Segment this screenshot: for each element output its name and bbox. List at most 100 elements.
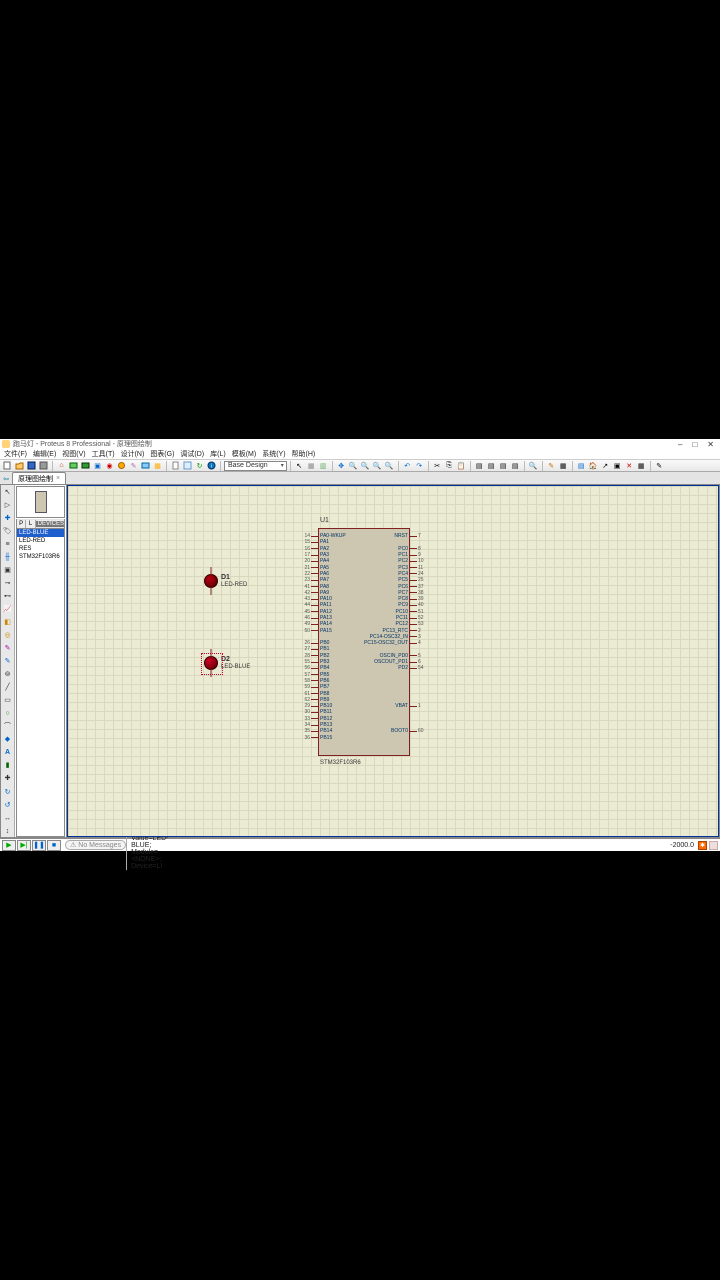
text-script-tool[interactable]: ≡ [2,538,14,550]
device-item-res[interactable]: RES [17,545,64,553]
schematic-canvas[interactable]: D1 LED-RED D2 LED-BLUE U1 14PA0-WKUP15PA… [67,485,719,837]
pick-l-button[interactable]: L [26,520,35,528]
rotate-ccw-button[interactable]: ↺ [2,799,14,811]
cut-button[interactable]: ✂ [432,460,443,471]
block-rotate-button[interactable]: ▤ [498,460,509,471]
block-copy-button[interactable]: ▤ [474,460,485,471]
flip-h-button[interactable]: ↔ [2,812,14,824]
netlist-button[interactable]: 🏠 [588,460,599,471]
rotate-cw-button[interactable]: ↻ [2,786,14,798]
component-d1[interactable]: D1 LED-RED [204,574,247,588]
wrench-button[interactable]: ✎ [654,460,665,471]
menu-edit[interactable]: 编辑(E) [33,449,56,459]
subcircuit-tool[interactable]: ▣ [2,564,14,576]
zoom-out-button[interactable]: 🔍 [360,460,371,471]
layers-button[interactable]: ▥ [318,460,329,471]
sim-play-button[interactable]: ▶ [2,840,16,851]
marker-2d-tool[interactable]: ✚ [2,772,14,784]
status-notif-button[interactable]: ✱ [698,841,707,850]
sim-step-button[interactable]: ▶| [17,840,31,851]
block-move-button[interactable]: ▤ [486,460,497,471]
wire-label-tool[interactable]: 🏷 [2,525,14,537]
menu-system[interactable]: 系统(Y) [262,449,285,459]
info-button[interactable]: i [206,460,217,471]
menu-tools[interactable]: 工具(T) [92,449,115,459]
circle-2d-tool[interactable]: ○ [2,707,14,719]
messages-indicator[interactable]: ⚠ No Messages [65,840,126,850]
menu-graph[interactable]: 图表(G) [150,449,174,459]
undo-button[interactable]: ↶ [402,460,413,471]
device-item-stm32[interactable]: STM32F103R6 [17,553,64,561]
zoom-fit-button[interactable]: 🔍 [372,460,383,471]
device-item-led-blue[interactable]: LED-BLUE [17,529,64,537]
sim-pause-button[interactable]: ❚❚ [32,840,46,851]
tab-prev-button[interactable]: ⇦ [1,474,11,484]
tab-close-button[interactable]: × [56,475,60,482]
instrument-tool[interactable]: ⊚ [2,668,14,680]
component-u1[interactable]: U1 14PA0-WKUP15PA116PA217PA320PA421PA522… [318,528,410,756]
close-project-button[interactable] [38,460,49,471]
block-delete-button[interactable]: ▤ [510,460,521,471]
pick-button[interactable]: 🔍 [528,460,539,471]
flip-v-button[interactable]: ↕ [2,825,14,837]
export-button[interactable]: ✕ [624,460,635,471]
arena-button[interactable] [140,460,151,471]
component-d2[interactable]: D2 LED-BLUE [204,656,250,670]
bom-button[interactable] [116,460,127,471]
symbol-2d-tool[interactable]: ▮ [2,759,14,771]
path-2d-tool[interactable]: ◆ [2,733,14,745]
line-2d-tool[interactable]: ╱ [2,681,14,693]
graph-tool[interactable]: 📈 [2,603,14,615]
copy-button[interactable]: ⎘ [444,460,455,471]
tape-tool[interactable]: ◧ [2,616,14,628]
bus-tool[interactable]: ╫ [2,551,14,563]
zoom-area-button[interactable]: 🔍 [384,460,395,471]
compile-button[interactable]: ▤ [576,460,587,471]
schematic-button[interactable] [68,460,79,471]
new-sheet-button[interactable] [170,460,181,471]
list-button[interactable] [182,460,193,471]
redo-button[interactable]: ↷ [414,460,425,471]
menu-library[interactable]: 库(L) [210,449,226,459]
device-item-led-red[interactable]: LED-RED [17,537,64,545]
status-settings-button[interactable] [709,841,718,850]
menu-help[interactable]: 帮助(H) [292,449,316,459]
generator-tool[interactable]: ◎ [2,629,14,641]
probe-i-tool[interactable]: ✎ [2,655,14,667]
maximize-button[interactable]: □ [692,440,697,449]
pick-p-button[interactable]: P [17,520,26,528]
menu-design[interactable]: 设计(N) [121,449,145,459]
menu-debug[interactable]: 调试(D) [180,449,204,459]
paste-button[interactable]: 📋 [456,460,467,471]
menu-file[interactable]: 文件(F) [4,449,27,459]
component-tool[interactable]: ▷ [2,499,14,511]
home-button[interactable]: ⌂ [56,460,67,471]
refresh-button[interactable]: ↻ [194,460,205,471]
bom-export-button[interactable]: ▦ [636,460,647,471]
grid-button[interactable]: ▦ [306,460,317,471]
selection-tool[interactable]: ↖ [2,486,14,498]
zoom-in-button[interactable]: 🔍 [348,460,359,471]
schematic-tab[interactable]: 原理图绘制 × [12,472,66,484]
erc-button[interactable]: ✎ [128,460,139,471]
box-2d-tool[interactable]: ▭ [2,694,14,706]
text-2d-tool[interactable]: A [2,746,14,758]
design-dropdown[interactable]: Base Design [224,461,287,471]
junction-tool[interactable]: ✚ [2,512,14,524]
pcb-button[interactable] [80,460,91,471]
3d-button[interactable]: ▣ [92,460,103,471]
annotate-button[interactable]: ↗ [600,460,611,471]
arc-2d-tool[interactable]: ⌒ [2,720,14,732]
property-button[interactable]: ✎ [546,460,557,471]
package-button[interactable]: ▦ [558,460,569,471]
open-file-button[interactable] [14,460,25,471]
device-pin-tool[interactable]: ⊷ [2,590,14,602]
sim-stop-button[interactable]: ■ [47,840,61,851]
new-file-button[interactable] [2,460,13,471]
gerber-button[interactable]: ◉ [104,460,115,471]
note-button[interactable]: ▦ [152,460,163,471]
terminal-tool[interactable]: ⊸ [2,577,14,589]
pan-button[interactable]: ✥ [336,460,347,471]
menu-view[interactable]: 视图(V) [62,449,85,459]
save-button[interactable] [26,460,37,471]
